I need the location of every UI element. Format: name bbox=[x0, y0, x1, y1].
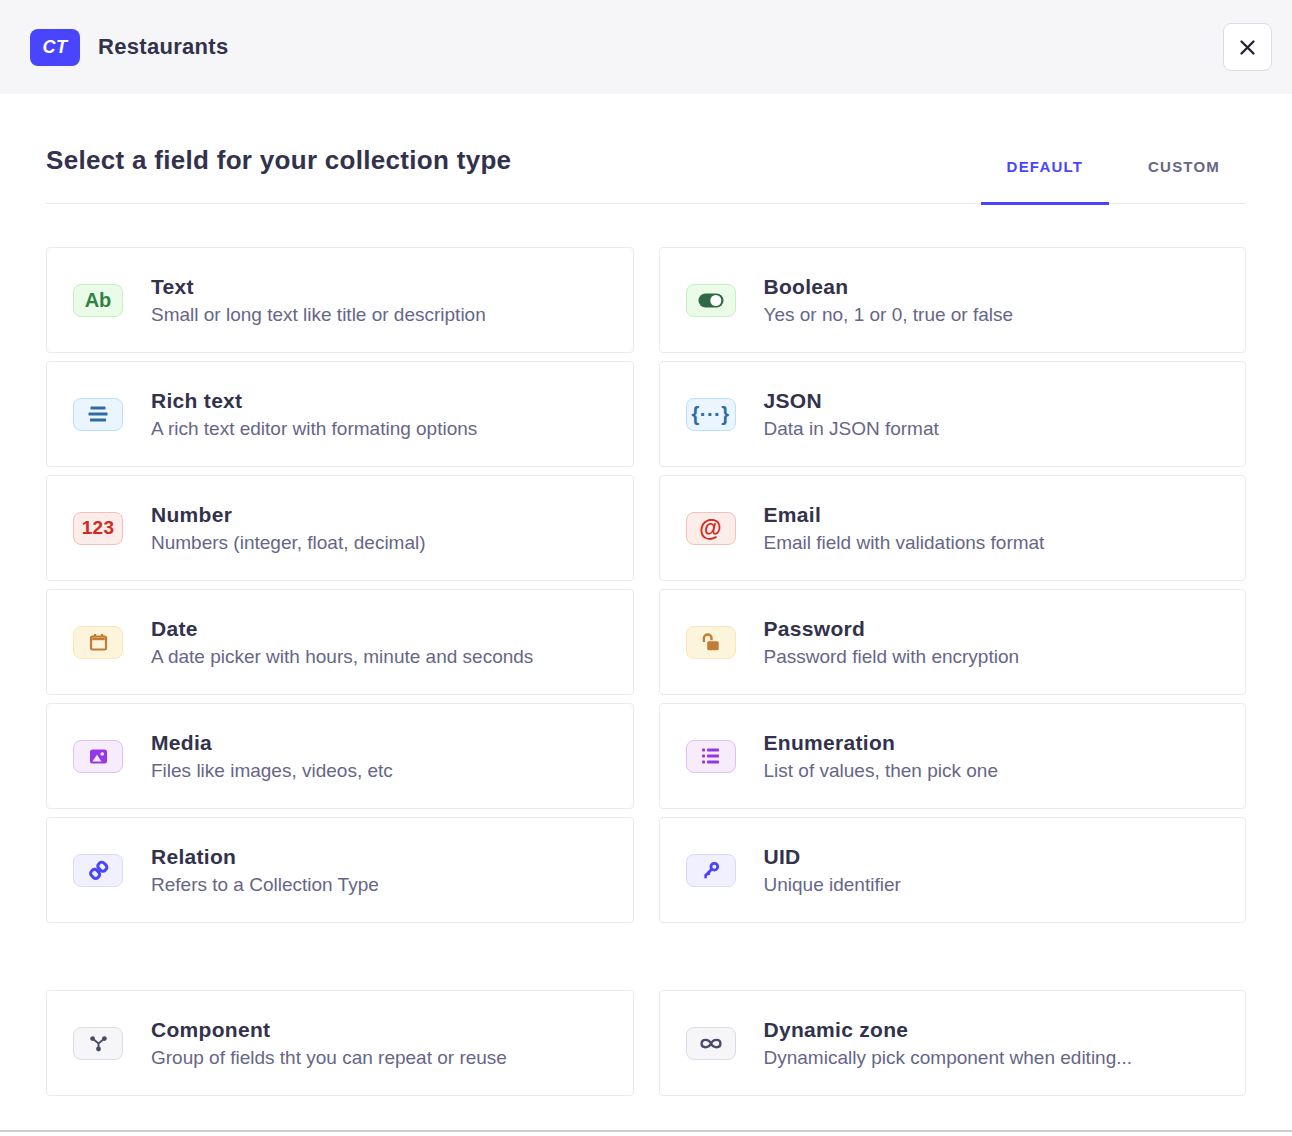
tab-custom[interactable]: CUSTOM bbox=[1122, 157, 1246, 203]
field-title: Number bbox=[151, 503, 426, 527]
page-title: Select a field for your collection type bbox=[46, 145, 511, 203]
padlock-icon bbox=[686, 626, 736, 659]
title-and-tabs-row: Select a field for your collection type … bbox=[46, 145, 1246, 204]
field-title: Date bbox=[151, 617, 533, 641]
json-braces-icon: {···} bbox=[686, 398, 736, 431]
calendar-icon bbox=[73, 626, 123, 659]
content-type-badge: CT bbox=[30, 29, 80, 66]
field-description: Password field with encryption bbox=[764, 646, 1020, 668]
field-title: Media bbox=[151, 731, 393, 755]
text-field-icon: Ab bbox=[73, 284, 123, 317]
footer-divider bbox=[0, 1130, 1292, 1132]
field-description: Dynamically pick component when editing.… bbox=[764, 1047, 1133, 1069]
field-title: Rich text bbox=[151, 389, 477, 413]
field-description: A date picker with hours, minute and sec… bbox=[151, 646, 533, 668]
field-title: JSON bbox=[764, 389, 939, 413]
field-card-number[interactable]: 123 Number Numbers (integer, float, deci… bbox=[46, 475, 634, 581]
field-description: List of values, then pick one bbox=[764, 760, 998, 782]
field-card-relation[interactable]: Relation Refers to a Collection Type bbox=[46, 817, 634, 923]
field-description: Data in JSON format bbox=[764, 418, 939, 440]
field-card-password[interactable]: Password Password field with encryption bbox=[659, 589, 1247, 695]
chain-link-icon bbox=[73, 854, 123, 887]
key-icon bbox=[686, 854, 736, 887]
close-icon bbox=[1239, 39, 1256, 56]
field-card-media[interactable]: Media Files like images, videos, etc bbox=[46, 703, 634, 809]
infinity-icon bbox=[686, 1027, 736, 1060]
field-card-enumeration[interactable]: Enumeration List of values, then pick on… bbox=[659, 703, 1247, 809]
field-title: Dynamic zone bbox=[764, 1018, 1133, 1042]
field-title: Relation bbox=[151, 845, 379, 869]
field-title: Enumeration bbox=[764, 731, 998, 755]
default-fields-grid: Ab Text Small or long text like title or… bbox=[46, 247, 1246, 923]
field-card-date[interactable]: Date A date picker with hours, minute an… bbox=[46, 589, 634, 695]
close-button[interactable] bbox=[1223, 23, 1272, 71]
modal-title: Restaurants bbox=[98, 34, 228, 60]
field-description: Files like images, videos, etc bbox=[151, 760, 393, 782]
boolean-toggle-icon bbox=[686, 284, 736, 317]
field-card-boolean[interactable]: Boolean Yes or no, 1 or 0, true or false bbox=[659, 247, 1247, 353]
number-123-icon: 123 bbox=[73, 512, 123, 545]
field-description: Yes or no, 1 or 0, true or false bbox=[764, 304, 1014, 326]
tab-bar: DEFAULT CUSTOM bbox=[981, 157, 1246, 203]
field-description: Small or long text like title or descrip… bbox=[151, 304, 486, 326]
field-description: A rich text editor with formating option… bbox=[151, 418, 477, 440]
field-description: Numbers (integer, float, decimal) bbox=[151, 532, 426, 554]
bullet-list-icon bbox=[686, 740, 736, 773]
modal-body: Select a field for your collection type … bbox=[0, 145, 1292, 1096]
field-card-email[interactable]: @ Email Email field with validations for… bbox=[659, 475, 1247, 581]
field-card-richtext[interactable]: Rich text A rich text editor with format… bbox=[46, 361, 634, 467]
field-description: Unique identifier bbox=[764, 874, 901, 896]
field-card-component[interactable]: Component Group of fields tht you can re… bbox=[46, 990, 634, 1096]
field-title: Email bbox=[764, 503, 1045, 527]
media-picture-icon bbox=[73, 740, 123, 773]
field-card-json[interactable]: {···} JSON Data in JSON format bbox=[659, 361, 1247, 467]
tab-default[interactable]: DEFAULT bbox=[981, 157, 1109, 203]
field-description: Email field with validations format bbox=[764, 532, 1045, 554]
email-at-icon: @ bbox=[686, 512, 736, 545]
field-title: UID bbox=[764, 845, 901, 869]
field-title: Boolean bbox=[764, 275, 1014, 299]
field-title: Text bbox=[151, 275, 486, 299]
advanced-fields-grid: Component Group of fields tht you can re… bbox=[46, 990, 1246, 1096]
field-card-uid[interactable]: UID Unique identifier bbox=[659, 817, 1247, 923]
field-title: Component bbox=[151, 1018, 507, 1042]
field-description: Refers to a Collection Type bbox=[151, 874, 379, 896]
field-description: Group of fields tht you can repeat or re… bbox=[151, 1047, 507, 1069]
rich-text-icon bbox=[73, 398, 123, 431]
modal-header: CT Restaurants bbox=[0, 0, 1292, 94]
field-card-dynamiczone[interactable]: Dynamic zone Dynamically pick component … bbox=[659, 990, 1247, 1096]
field-card-text[interactable]: Ab Text Small or long text like title or… bbox=[46, 247, 634, 353]
field-title: Password bbox=[764, 617, 1020, 641]
component-nodes-icon bbox=[73, 1027, 123, 1060]
